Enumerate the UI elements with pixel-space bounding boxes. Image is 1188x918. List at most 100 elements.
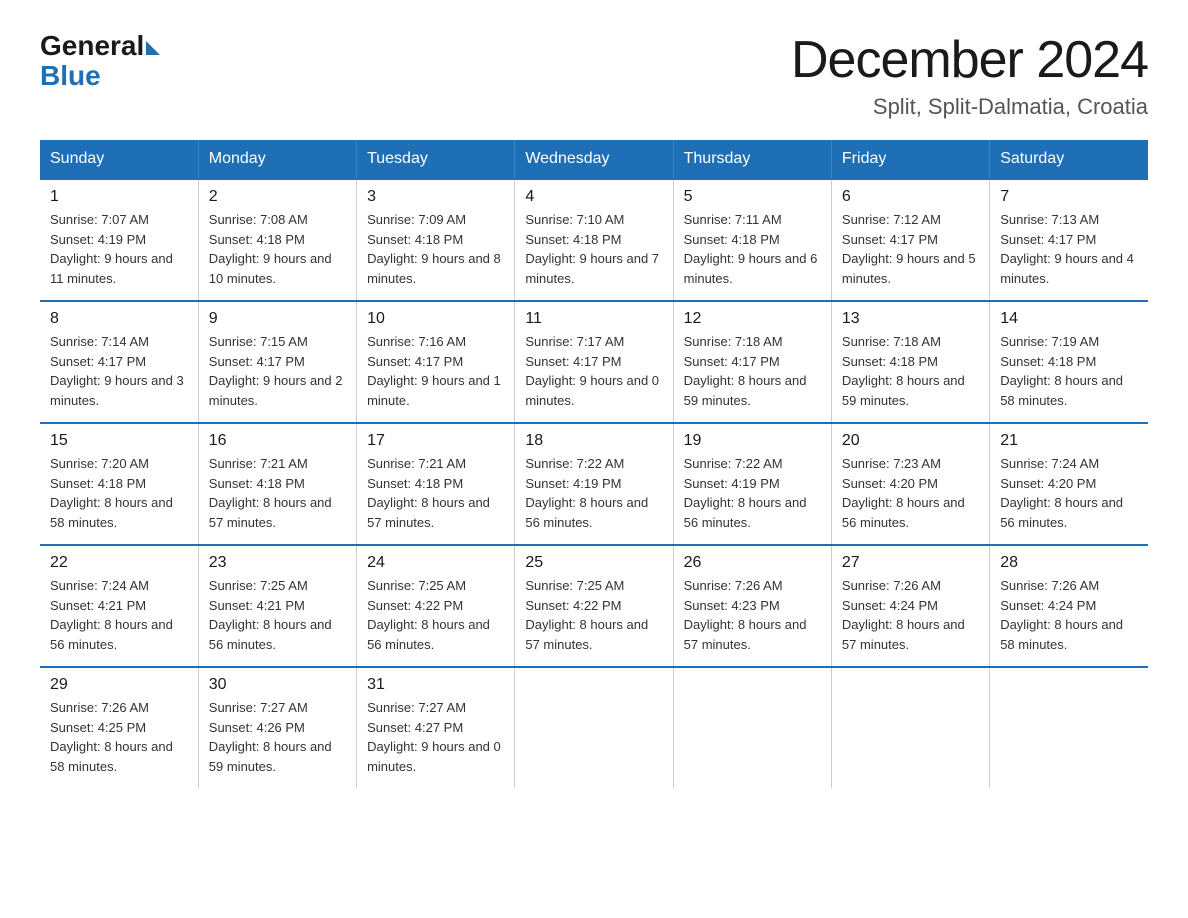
calendar-cell: 31 Sunrise: 7:27 AMSunset: 4:27 PMDayligh…: [357, 667, 515, 788]
calendar-cell: 13 Sunrise: 7:18 AMSunset: 4:18 PMDayligh…: [831, 301, 989, 423]
logo-arrow-icon: [146, 41, 160, 55]
calendar-cell: [515, 667, 673, 788]
day-info: Sunrise: 7:26 AMSunset: 4:23 PMDaylight:…: [684, 576, 821, 654]
calendar-cell: 4 Sunrise: 7:10 AMSunset: 4:18 PMDaylight…: [515, 179, 673, 301]
day-number: 7: [1000, 188, 1138, 206]
day-number: 23: [209, 554, 346, 572]
day-number: 3: [367, 188, 504, 206]
day-info: Sunrise: 7:23 AMSunset: 4:20 PMDaylight:…: [842, 454, 979, 532]
day-number: 19: [684, 432, 821, 450]
day-info: Sunrise: 7:26 AMSunset: 4:24 PMDaylight:…: [842, 576, 979, 654]
header-saturday: Saturday: [990, 140, 1148, 179]
calendar-cell: 1 Sunrise: 7:07 AMSunset: 4:19 PMDaylight…: [40, 179, 198, 301]
day-info: Sunrise: 7:22 AMSunset: 4:19 PMDaylight:…: [684, 454, 821, 532]
calendar-cell: 29Sunrise: 7:26 AMSunset: 4:25 PMDayligh…: [40, 667, 198, 788]
day-number: 31: [367, 676, 504, 694]
day-info: Sunrise: 7:27 AMSunset: 4:26 PMDaylight:…: [209, 698, 346, 776]
day-info: Sunrise: 7:25 AMSunset: 4:21 PMDaylight:…: [209, 576, 346, 654]
day-number: 28: [1000, 554, 1138, 572]
header-friday: Friday: [831, 140, 989, 179]
calendar-cell: 14Sunrise: 7:19 AMSunset: 4:18 PMDayligh…: [990, 301, 1148, 423]
day-number: 30: [209, 676, 346, 694]
calendar-table: SundayMondayTuesdayWednesdayThursdayFrid…: [40, 140, 1148, 788]
calendar-cell: 7 Sunrise: 7:13 AMSunset: 4:17 PMDaylight…: [990, 179, 1148, 301]
calendar-cell: 26 Sunrise: 7:26 AMSunset: 4:23 PMDayligh…: [673, 545, 831, 667]
day-number: 8: [50, 310, 188, 328]
day-number: 11: [525, 310, 662, 328]
day-info: Sunrise: 7:14 AMSunset: 4:17 PMDaylight:…: [50, 332, 188, 410]
calendar-header-row: SundayMondayTuesdayWednesdayThursdayFrid…: [40, 140, 1148, 179]
day-info: Sunrise: 7:20 AMSunset: 4:18 PMDaylight:…: [50, 454, 188, 532]
calendar-cell: [673, 667, 831, 788]
day-info: Sunrise: 7:18 AMSunset: 4:18 PMDaylight:…: [842, 332, 979, 410]
day-number: 15: [50, 432, 188, 450]
day-number: 16: [209, 432, 346, 450]
logo-blue-text: Blue: [40, 60, 101, 92]
day-info: Sunrise: 7:16 AMSunset: 4:17 PMDaylight:…: [367, 332, 504, 410]
calendar-cell: 21Sunrise: 7:24 AMSunset: 4:20 PMDayligh…: [990, 423, 1148, 545]
day-info: Sunrise: 7:21 AMSunset: 4:18 PMDaylight:…: [367, 454, 504, 532]
day-info: Sunrise: 7:25 AMSunset: 4:22 PMDaylight:…: [525, 576, 662, 654]
day-info: Sunrise: 7:13 AMSunset: 4:17 PMDaylight:…: [1000, 210, 1138, 288]
calendar-cell: 6Sunrise: 7:12 AMSunset: 4:17 PMDaylight…: [831, 179, 989, 301]
header-sunday: Sunday: [40, 140, 198, 179]
calendar-cell: 16 Sunrise: 7:21 AMSunset: 4:18 PMDayligh…: [198, 423, 356, 545]
day-number: 24: [367, 554, 504, 572]
calendar-week-row: 22Sunrise: 7:24 AMSunset: 4:21 PMDayligh…: [40, 545, 1148, 667]
day-info: Sunrise: 7:07 AMSunset: 4:19 PMDaylight:…: [50, 210, 188, 288]
day-number: 12: [684, 310, 821, 328]
day-info: Sunrise: 7:08 AMSunset: 4:18 PMDaylight:…: [209, 210, 346, 288]
day-info: Sunrise: 7:15 AMSunset: 4:17 PMDaylight:…: [209, 332, 346, 410]
day-info: Sunrise: 7:09 AMSunset: 4:18 PMDaylight:…: [367, 210, 504, 288]
calendar-cell: 28Sunrise: 7:26 AMSunset: 4:24 PMDayligh…: [990, 545, 1148, 667]
calendar-cell: 19 Sunrise: 7:22 AMSunset: 4:19 PMDayligh…: [673, 423, 831, 545]
header-wednesday: Wednesday: [515, 140, 673, 179]
calendar-subtitle: Split, Split-Dalmatia, Croatia: [791, 94, 1148, 120]
logo: General Blue: [40, 30, 160, 92]
calendar-cell: 15 Sunrise: 7:20 AMSunset: 4:18 PMDayligh…: [40, 423, 198, 545]
day-number: 18: [525, 432, 662, 450]
day-number: 26: [684, 554, 821, 572]
day-info: Sunrise: 7:25 AMSunset: 4:22 PMDaylight:…: [367, 576, 504, 654]
calendar-cell: 30 Sunrise: 7:27 AMSunset: 4:26 PMDayligh…: [198, 667, 356, 788]
day-info: Sunrise: 7:10 AMSunset: 4:18 PMDaylight:…: [525, 210, 662, 288]
calendar-cell: 17 Sunrise: 7:21 AMSunset: 4:18 PMDayligh…: [357, 423, 515, 545]
day-number: 25: [525, 554, 662, 572]
calendar-cell: 18 Sunrise: 7:22 AMSunset: 4:19 PMDayligh…: [515, 423, 673, 545]
day-number: 17: [367, 432, 504, 450]
day-info: Sunrise: 7:21 AMSunset: 4:18 PMDaylight:…: [209, 454, 346, 532]
calendar-cell: 12 Sunrise: 7:18 AMSunset: 4:17 PMDayligh…: [673, 301, 831, 423]
day-number: 14: [1000, 310, 1138, 328]
day-number: 5: [684, 188, 821, 206]
header-tuesday: Tuesday: [357, 140, 515, 179]
day-info: Sunrise: 7:18 AMSunset: 4:17 PMDaylight:…: [684, 332, 821, 410]
calendar-cell: 22Sunrise: 7:24 AMSunset: 4:21 PMDayligh…: [40, 545, 198, 667]
day-info: Sunrise: 7:11 AMSunset: 4:18 PMDaylight:…: [684, 210, 821, 288]
day-info: Sunrise: 7:24 AMSunset: 4:21 PMDaylight:…: [50, 576, 188, 654]
calendar-cell: 5 Sunrise: 7:11 AMSunset: 4:18 PMDaylight…: [673, 179, 831, 301]
day-number: 9: [209, 310, 346, 328]
header-thursday: Thursday: [673, 140, 831, 179]
day-info: Sunrise: 7:22 AMSunset: 4:19 PMDaylight:…: [525, 454, 662, 532]
day-number: 10: [367, 310, 504, 328]
day-number: 1: [50, 188, 188, 206]
calendar-cell: [831, 667, 989, 788]
calendar-cell: 23 Sunrise: 7:25 AMSunset: 4:21 PMDayligh…: [198, 545, 356, 667]
calendar-cell: 9 Sunrise: 7:15 AMSunset: 4:17 PMDaylight…: [198, 301, 356, 423]
calendar-week-row: 1 Sunrise: 7:07 AMSunset: 4:19 PMDaylight…: [40, 179, 1148, 301]
calendar-week-row: 8 Sunrise: 7:14 AMSunset: 4:17 PMDaylight…: [40, 301, 1148, 423]
day-info: Sunrise: 7:24 AMSunset: 4:20 PMDaylight:…: [1000, 454, 1138, 532]
day-number: 2: [209, 188, 346, 206]
calendar-cell: 3 Sunrise: 7:09 AMSunset: 4:18 PMDaylight…: [357, 179, 515, 301]
title-section: December 2024 Split, Split-Dalmatia, Cro…: [791, 30, 1148, 120]
day-number: 13: [842, 310, 979, 328]
day-number: 27: [842, 554, 979, 572]
day-number: 29: [50, 676, 188, 694]
calendar-title: December 2024: [791, 30, 1148, 90]
day-number: 4: [525, 188, 662, 206]
calendar-cell: 20Sunrise: 7:23 AMSunset: 4:20 PMDayligh…: [831, 423, 989, 545]
calendar-cell: 8 Sunrise: 7:14 AMSunset: 4:17 PMDaylight…: [40, 301, 198, 423]
day-info: Sunrise: 7:17 AMSunset: 4:17 PMDaylight:…: [525, 332, 662, 410]
calendar-cell: 2 Sunrise: 7:08 AMSunset: 4:18 PMDaylight…: [198, 179, 356, 301]
day-info: Sunrise: 7:27 AMSunset: 4:27 PMDaylight:…: [367, 698, 504, 776]
